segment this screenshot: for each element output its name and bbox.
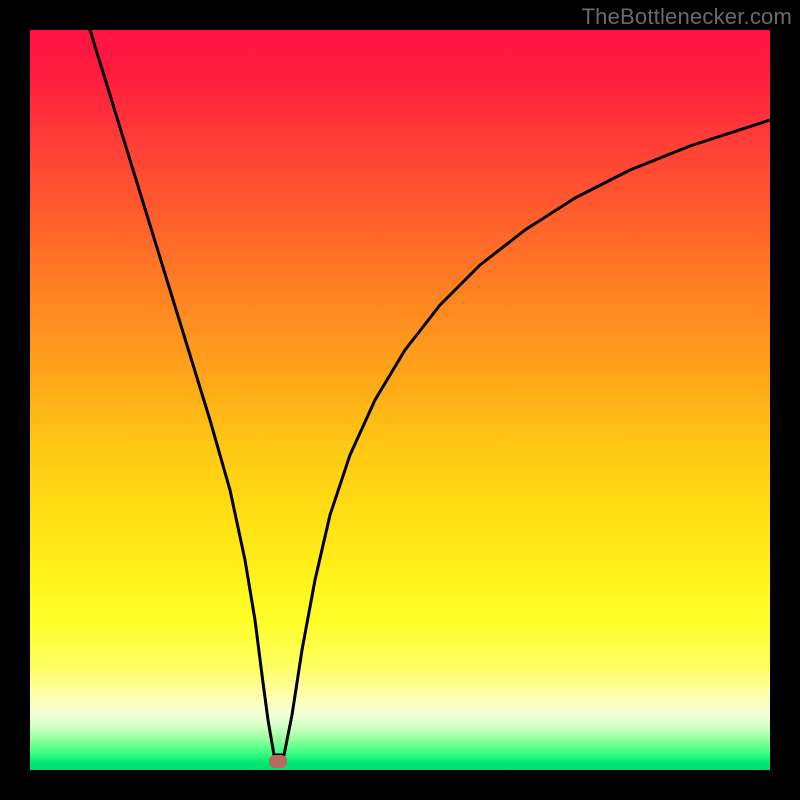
watermark-text: TheBottlenecker.com bbox=[582, 4, 792, 30]
bottleneck-curve bbox=[90, 30, 770, 755]
curve-svg bbox=[30, 30, 770, 770]
plot-area bbox=[30, 30, 770, 770]
chart-frame: TheBottlenecker.com bbox=[0, 0, 800, 800]
optimal-point-marker bbox=[269, 755, 287, 768]
